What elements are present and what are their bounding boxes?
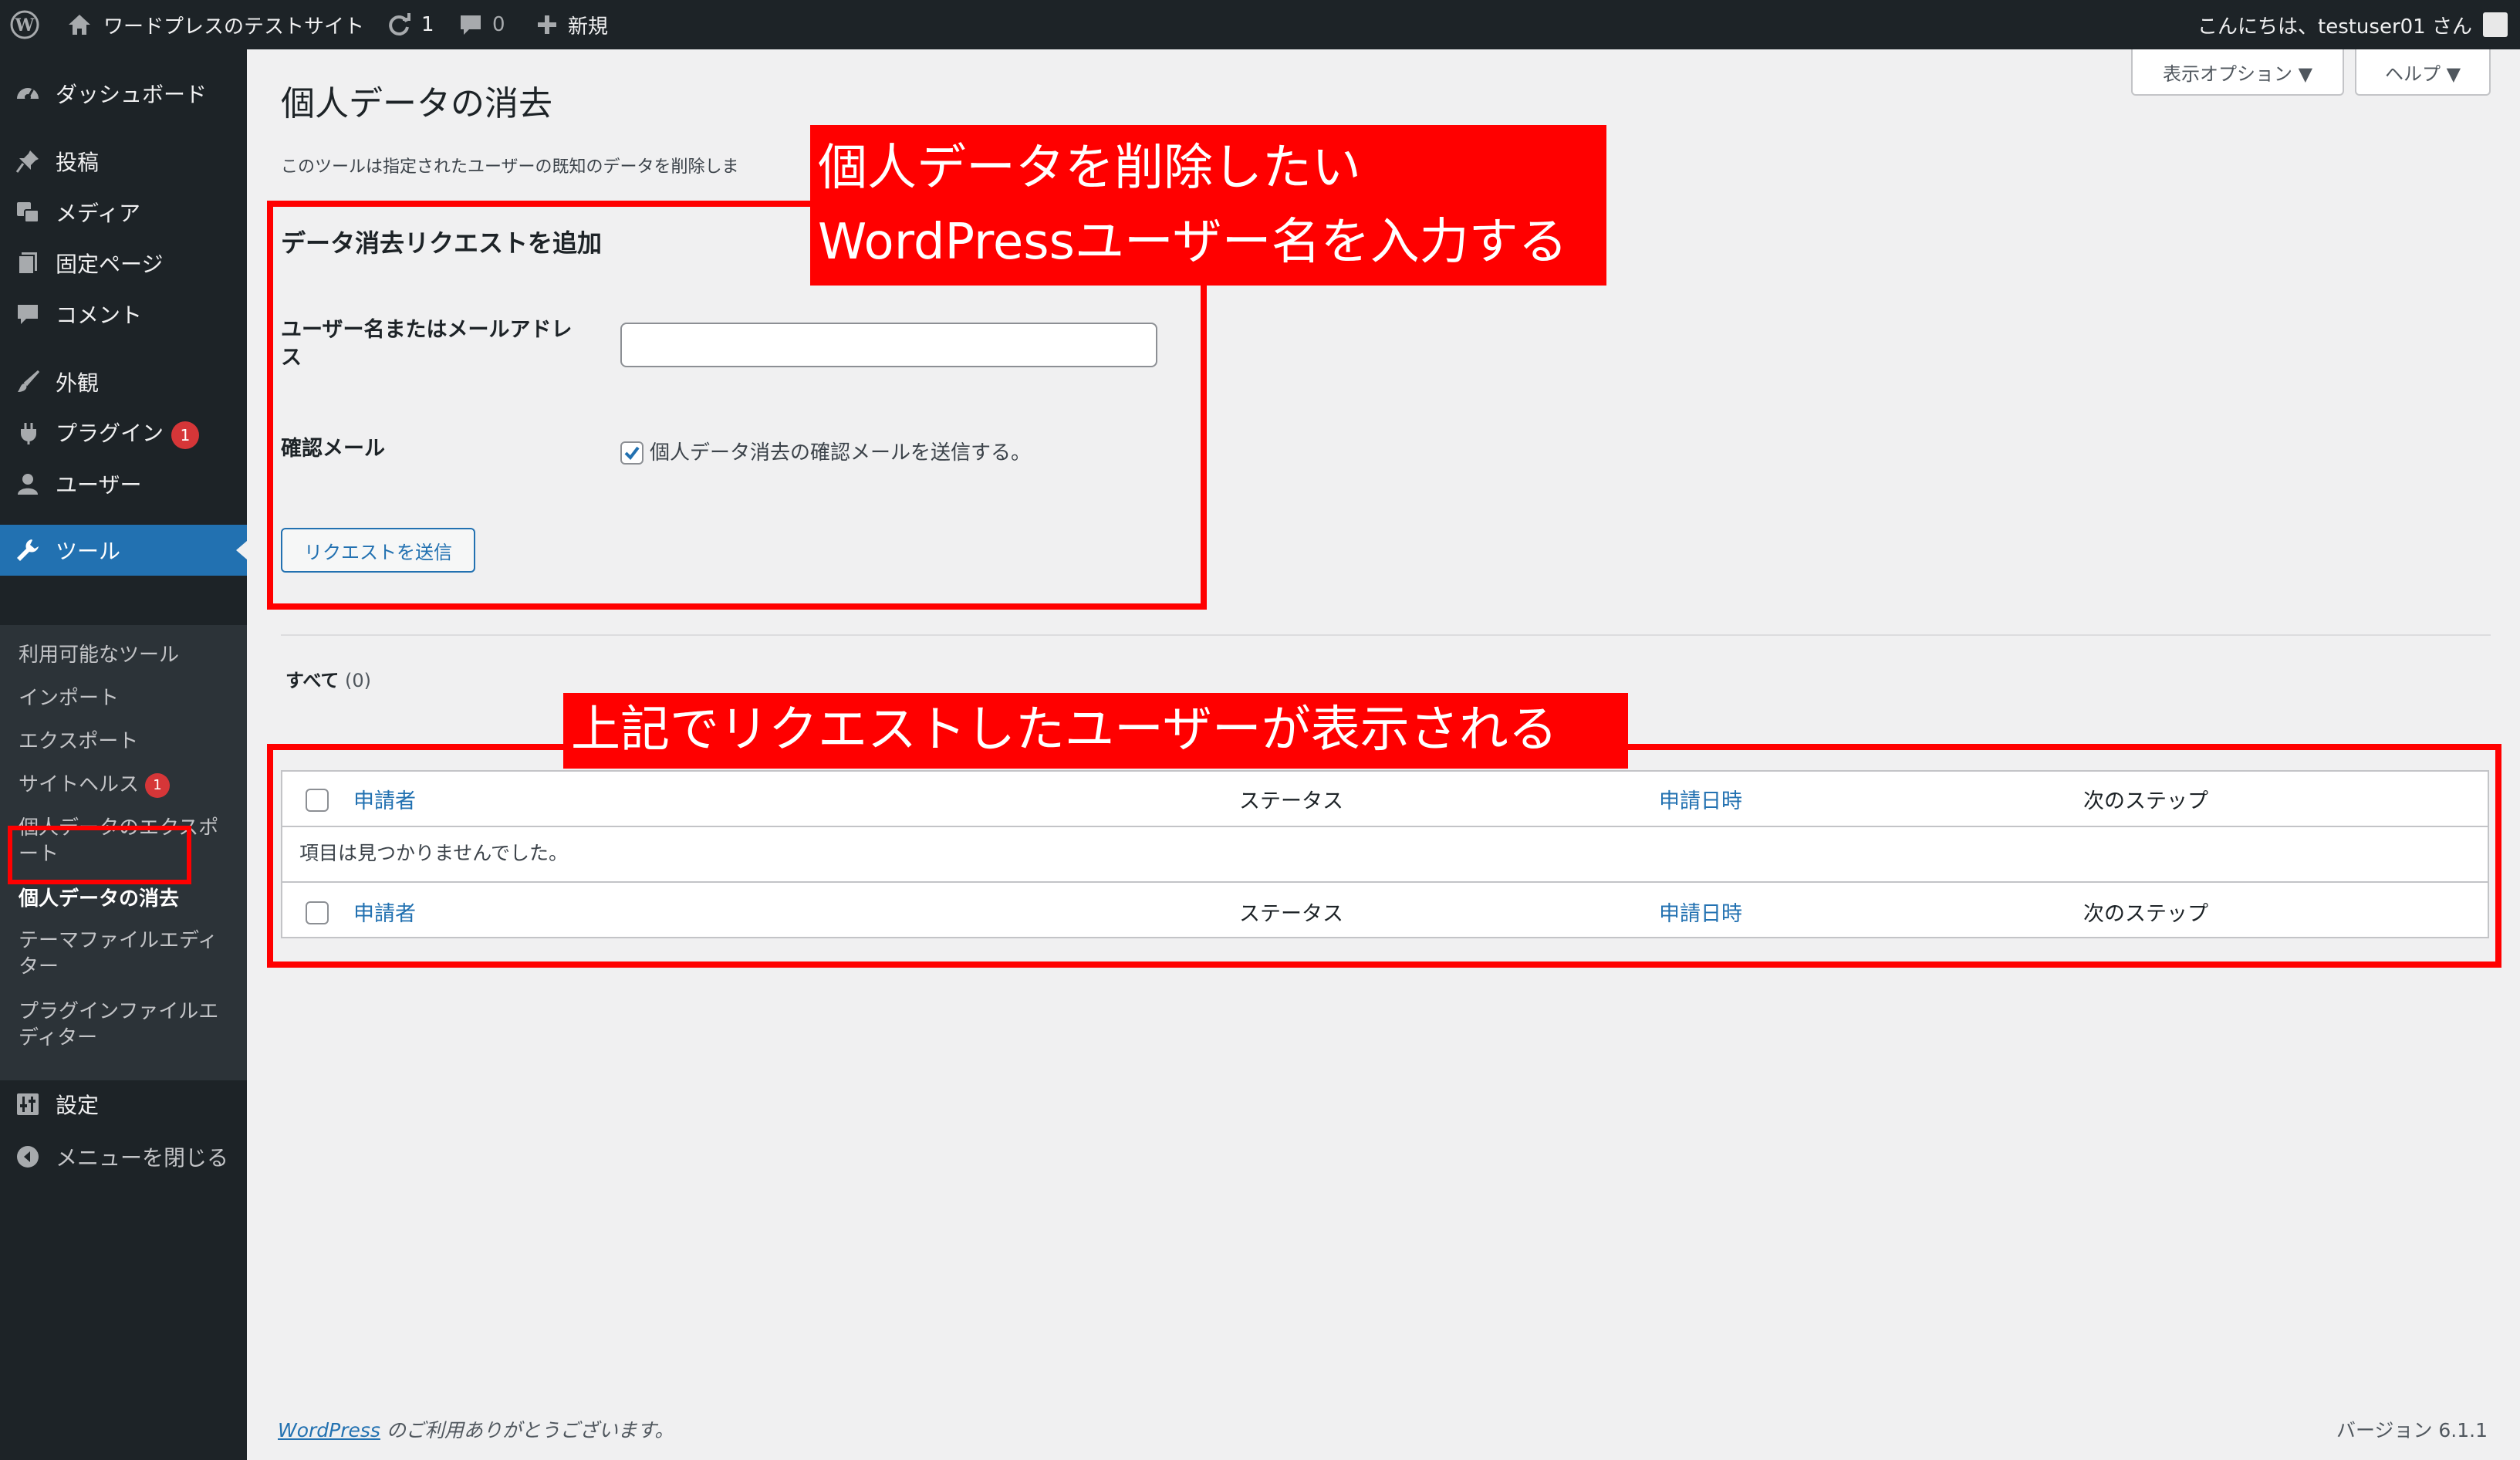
help-button[interactable]: ヘルプ ▼ [2355, 49, 2491, 96]
submenu-available-tools[interactable]: 利用可能なツール [19, 642, 235, 668]
menu-label: メディア [56, 201, 141, 226]
site-name-link[interactable]: ワードプレスのテストサイト [66, 0, 364, 49]
pin-icon [14, 147, 42, 175]
user-icon [14, 470, 42, 498]
page-description: このツールは指定されたユーザーの既知のデータを削除しま [281, 157, 739, 177]
table-annotation: 上記でリクエストしたユーザーが表示される [563, 693, 1628, 769]
footer-thanks: WordPress のご利用ありがとうございます。 [278, 1415, 674, 1443]
plugin-update-badge: 1 [171, 421, 200, 449]
submenu-plugin-file-editor[interactable]: プラグインファイルエディター [19, 999, 235, 1051]
form-annotation: 個人データを削除したい WordPressユーザー名を入力する [810, 125, 1606, 286]
plus-icon [535, 13, 559, 36]
new-label: 新規 [568, 15, 609, 39]
table-highlight-box [267, 744, 2501, 968]
filter-all[interactable]: すべて (0) [285, 665, 371, 692]
comment-icon [458, 12, 483, 37]
collapse-menu-button[interactable]: メニューを閉じる [0, 1133, 247, 1181]
menu-posts[interactable]: 投稿 [0, 137, 247, 185]
svg-text:W: W [15, 15, 35, 35]
page-icon [14, 249, 42, 277]
menu-media[interactable]: メディア [0, 188, 247, 236]
menu-label: メニューを閉じる [56, 1145, 229, 1171]
form-annotation-line1: 個人データを削除したい [818, 140, 1361, 197]
updates-icon [386, 12, 412, 38]
avatar [2483, 12, 2508, 37]
submenu-erase-personal-data[interactable]: 個人データの消去 [19, 886, 235, 912]
wrench-icon [14, 536, 42, 564]
footer-version: バージョン 6.1.1 [2336, 1419, 2488, 1441]
menu-label: ツール [56, 539, 121, 564]
menu-pages[interactable]: 固定ページ [0, 239, 247, 287]
menu-comments[interactable]: コメント [0, 290, 247, 338]
menu-label: プラグイン 1 [56, 417, 200, 449]
admin-bar: W ワードプレスのテストサイト 1 0 新規 こんにちは、testuser01 … [0, 0, 2520, 49]
menu-label: コメント [56, 302, 143, 328]
comments-count: 0 [492, 13, 505, 36]
filter-all-count: (0) [345, 670, 372, 691]
plugin-icon [14, 419, 42, 447]
brush-icon [14, 368, 42, 396]
greeting: こんにちは、testuser01 さん [2197, 15, 2472, 39]
form-annotation-line2: WordPressユーザー名を入力する [818, 214, 1568, 271]
menu-appearance[interactable]: 外観 [0, 358, 247, 406]
wordpress-link[interactable]: WordPress [278, 1419, 380, 1441]
menu-label: ユーザー [56, 472, 142, 498]
home-icon [66, 12, 93, 38]
updates-count: 1 [421, 13, 434, 36]
menu-users[interactable]: ユーザー [0, 460, 247, 508]
filter-all-label: すべて [285, 670, 339, 691]
submenu-site-health[interactable]: サイトヘルス 1 [19, 772, 235, 798]
menu-dashboard[interactable]: ダッシュボード [0, 69, 247, 117]
new-content-link[interactable]: 新規 [535, 0, 608, 49]
updates-link[interactable]: 1 [386, 0, 434, 49]
submenu-theme-file-editor[interactable]: テーマファイルエディター [19, 928, 235, 980]
comments-link[interactable]: 0 [458, 0, 505, 49]
menu-label: 設定 [56, 1093, 100, 1118]
site-name: ワードプレスのテストサイト [103, 15, 365, 39]
site-health-badge: 1 [145, 772, 171, 798]
menu-label: 固定ページ [56, 252, 164, 277]
section-divider [281, 634, 2491, 636]
submenu-import[interactable]: インポート [19, 685, 235, 711]
submenu-label: サイトヘルス [19, 773, 140, 796]
menu-plugins[interactable]: プラグイン 1 [0, 409, 247, 457]
screen-options-button[interactable]: 表示オプション ▼ [2131, 49, 2344, 96]
menu-label: ダッシュボード [56, 82, 208, 107]
settings-icon [14, 1090, 42, 1118]
wordpress-logo-icon[interactable]: W [9, 0, 40, 49]
media-icon [14, 198, 42, 226]
menu-label: 外観 [56, 370, 100, 396]
page-title: 個人データの消去 [281, 84, 552, 123]
submenu-export[interactable]: エクスポート [19, 728, 235, 755]
dashboard-icon [14, 79, 42, 107]
footer-thanks-text: のご利用ありがとうございます。 [380, 1419, 674, 1441]
admin-menu: ダッシュボード 投稿 メディア 固定ページ コメント 外観 プラグイン 1 ユーザ… [0, 49, 247, 1460]
comment-icon [14, 300, 42, 328]
menu-tools[interactable]: ツール [0, 525, 247, 576]
menu-settings[interactable]: 設定 [0, 1080, 247, 1128]
collapse-icon [14, 1143, 42, 1171]
menu-label: 投稿 [56, 150, 100, 175]
my-account-link[interactable]: こんにちは、testuser01 さん [2197, 0, 2508, 49]
submenu-highlight-box [8, 826, 191, 884]
